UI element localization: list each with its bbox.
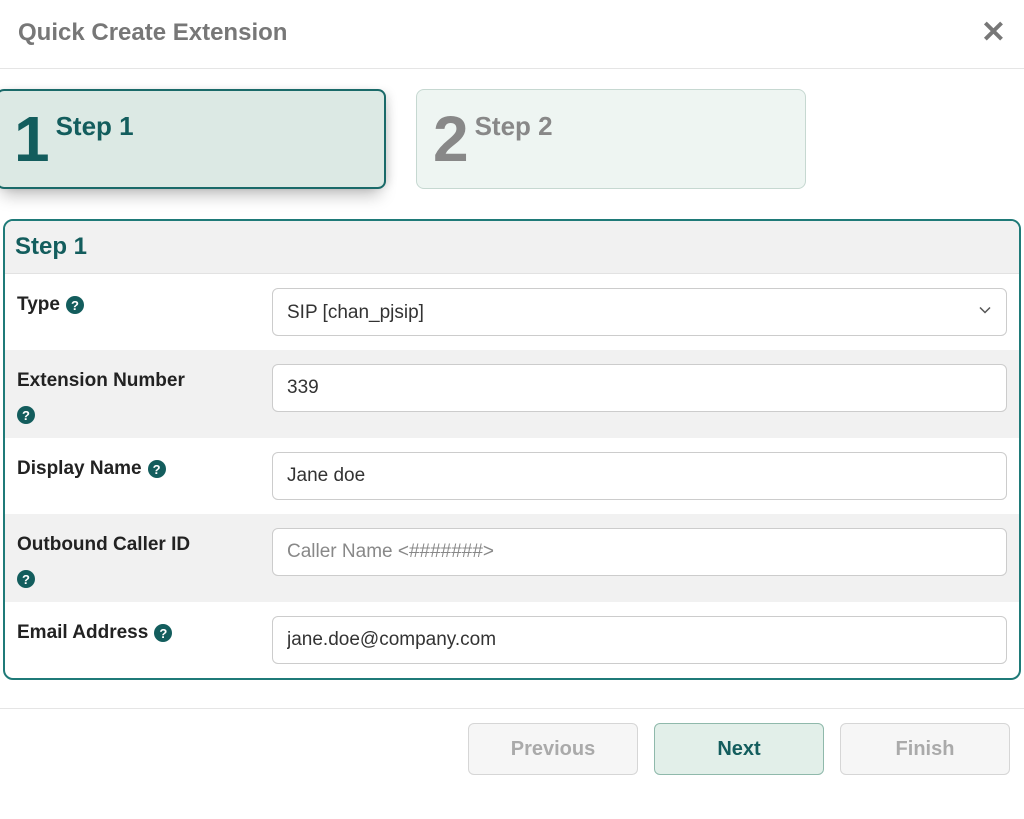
step-number: 1 (14, 107, 50, 171)
row-email: Email Address ? (5, 602, 1019, 678)
step-label: Step 1 (56, 111, 134, 142)
wizard-steps: 1 Step 1 2 Step 2 (0, 69, 1024, 219)
next-button[interactable]: Next (654, 723, 824, 775)
email-input[interactable] (272, 616, 1007, 664)
wizard-footer: Previous Next Finish (0, 708, 1024, 775)
label-text: Type (17, 294, 60, 316)
extension-number-input[interactable] (272, 364, 1007, 412)
help-icon[interactable]: ? (17, 570, 35, 588)
label-text: Email Address (17, 622, 148, 644)
row-extension-number: Extension Number ? (5, 350, 1019, 438)
input-col (272, 452, 1007, 500)
modal-title: Quick Create Extension (18, 19, 287, 47)
label-extension-number: Extension Number ? (17, 364, 272, 424)
row-type: Type ? SIP [chan_pjsip] (5, 274, 1019, 350)
row-outbound-caller-id: Outbound Caller ID ? (5, 514, 1019, 602)
label-text: Extension Number (17, 370, 185, 392)
panel-title: Step 1 (5, 221, 1019, 274)
label-display-name: Display Name ? (17, 452, 272, 480)
step-label: Step 2 (475, 111, 553, 142)
outbound-caller-id-input[interactable] (272, 528, 1007, 576)
modal-header: Quick Create Extension ✕ (0, 0, 1024, 69)
step-tab-1[interactable]: 1 Step 1 (0, 89, 386, 189)
row-display-name: Display Name ? (5, 438, 1019, 514)
help-icon[interactable]: ? (148, 460, 166, 478)
step-tab-2[interactable]: 2 Step 2 (416, 89, 806, 189)
help-icon[interactable]: ? (17, 406, 35, 424)
input-col (272, 364, 1007, 412)
type-select[interactable]: SIP [chan_pjsip] (272, 288, 1007, 336)
finish-button[interactable]: Finish (840, 723, 1010, 775)
label-email: Email Address ? (17, 616, 272, 644)
input-col (272, 528, 1007, 576)
input-col: SIP [chan_pjsip] (272, 288, 1007, 336)
type-select-wrap: SIP [chan_pjsip] (272, 288, 1007, 336)
help-icon[interactable]: ? (154, 624, 172, 642)
previous-button[interactable]: Previous (468, 723, 638, 775)
label-type: Type ? (17, 288, 272, 316)
step-number: 2 (433, 107, 469, 171)
label-text: Display Name (17, 458, 142, 480)
display-name-input[interactable] (272, 452, 1007, 500)
label-text: Outbound Caller ID (17, 534, 190, 556)
step1-panel: Step 1 Type ? SIP [chan_pjsip] Extension… (3, 219, 1021, 680)
label-outbound-caller-id: Outbound Caller ID ? (17, 528, 272, 588)
input-col (272, 616, 1007, 664)
help-icon[interactable]: ? (66, 296, 84, 314)
close-button[interactable]: ✕ (981, 18, 1006, 48)
